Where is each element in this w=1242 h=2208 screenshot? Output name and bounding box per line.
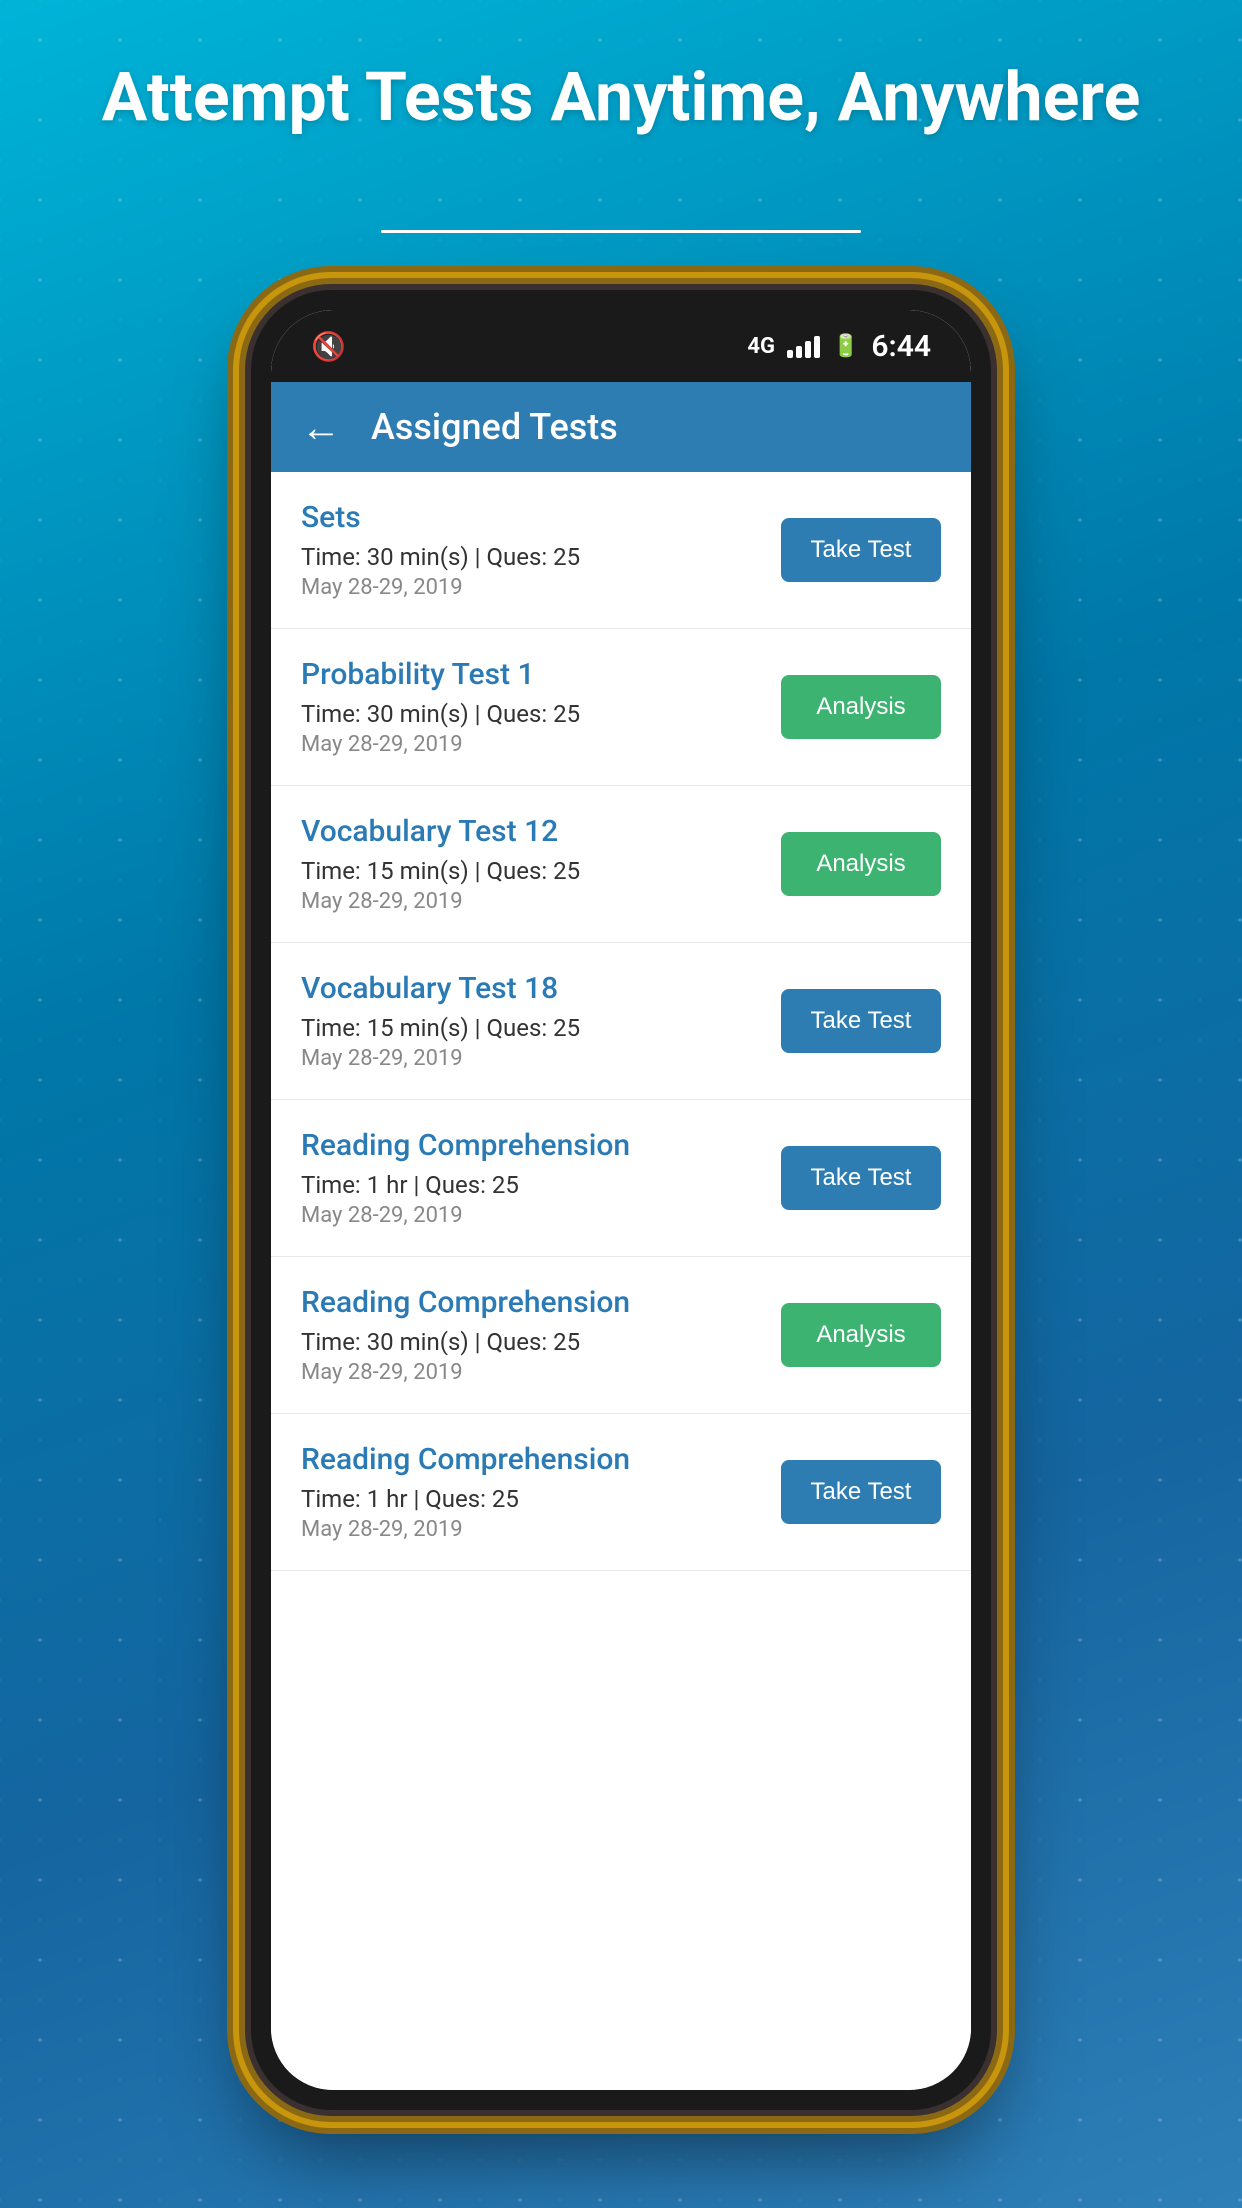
test-details-reading-comprehension-3: Time: 1 hr | Ques: 25 [301,1485,781,1513]
test-item-reading-comprehension-2: Reading Comprehension Time: 30 min(s) | … [271,1257,971,1414]
test-btn-reading-comprehension-3[interactable]: Take Test [781,1460,941,1524]
test-date-reading-comprehension-2: May 28-29, 2019 [301,1360,781,1385]
test-details-reading-comprehension-1: Time: 1 hr | Ques: 25 [301,1171,781,1199]
test-item-vocabulary-test-12: Vocabulary Test 12 Time: 15 min(s) | Que… [271,786,971,943]
test-info-vocabulary-test-18: Vocabulary Test 18 Time: 15 min(s) | Que… [301,971,781,1071]
time-display: 6:44 [871,329,931,364]
test-details-reading-comprehension-2: Time: 30 min(s) | Ques: 25 [301,1328,781,1356]
test-name-probability-test-1: Probability Test 1 [301,657,781,692]
test-name-sets: Sets [301,500,781,535]
signal-bar-3 [805,341,811,358]
test-list: Sets Time: 30 min(s) | Ques: 25 May 28-2… [271,472,971,2090]
status-bar: 🔇 4G 🔋 6:44 [271,310,971,382]
signal-bars [787,334,820,358]
status-left: 🔇 [311,330,346,363]
test-info-sets: Sets Time: 30 min(s) | Ques: 25 May 28-2… [301,500,781,600]
test-details-vocabulary-test-12: Time: 15 min(s) | Ques: 25 [301,857,781,885]
test-date-reading-comprehension-3: May 28-29, 2019 [301,1517,781,1542]
phone-frame: 🔇 4G 🔋 6:44 ← Assigned Tests [251,290,991,2110]
test-info-vocabulary-test-12: Vocabulary Test 12 Time: 15 min(s) | Que… [301,814,781,914]
test-item-sets: Sets Time: 30 min(s) | Ques: 25 May 28-2… [271,472,971,629]
test-item-reading-comprehension-1: Reading Comprehension Time: 1 hr | Ques:… [271,1100,971,1257]
test-date-reading-comprehension-1: May 28-29, 2019 [301,1203,781,1228]
test-details-sets: Time: 30 min(s) | Ques: 25 [301,543,781,571]
test-btn-reading-comprehension-2[interactable]: Analysis [781,1303,941,1367]
screen-content: ← Assigned Tests Sets Time: 30 min(s) | … [271,382,971,2090]
test-date-sets: May 28-29, 2019 [301,575,781,600]
signal-bar-2 [796,346,802,358]
page-title: Assigned Tests [371,406,618,448]
test-item-probability-test-1: Probability Test 1 Time: 30 min(s) | Que… [271,629,971,786]
test-info-reading-comprehension-2: Reading Comprehension Time: 30 min(s) | … [301,1285,781,1385]
test-info-reading-comprehension-3: Reading Comprehension Time: 1 hr | Ques:… [301,1442,781,1542]
test-date-probability-test-1: May 28-29, 2019 [301,732,781,757]
signal-bar-1 [787,350,793,358]
volume-icon: 🔇 [311,330,346,363]
test-btn-reading-comprehension-1[interactable]: Take Test [781,1146,941,1210]
test-name-reading-comprehension-3: Reading Comprehension [301,1442,781,1477]
app-header: ← Assigned Tests [271,382,971,472]
test-btn-sets[interactable]: Take Test [781,518,941,582]
test-info-reading-comprehension-1: Reading Comprehension Time: 1 hr | Ques:… [301,1128,781,1228]
test-date-vocabulary-test-18: May 28-29, 2019 [301,1046,781,1071]
headline: Attempt Tests Anytime, Anywhere [0,60,1242,135]
test-btn-probability-test-1[interactable]: Analysis [781,675,941,739]
signal-bar-4 [814,336,820,358]
test-item-vocabulary-test-18: Vocabulary Test 18 Time: 15 min(s) | Que… [271,943,971,1100]
divider [381,230,861,233]
test-details-probability-test-1: Time: 30 min(s) | Ques: 25 [301,700,781,728]
test-details-vocabulary-test-18: Time: 15 min(s) | Ques: 25 [301,1014,781,1042]
phone-screen: 🔇 4G 🔋 6:44 ← Assigned Tests [271,310,971,2090]
test-info-probability-test-1: Probability Test 1 Time: 30 min(s) | Que… [301,657,781,757]
test-date-vocabulary-test-12: May 28-29, 2019 [301,889,781,914]
back-button[interactable]: ← [301,404,341,451]
battery-icon: 🔋 [832,334,859,359]
test-name-reading-comprehension-1: Reading Comprehension [301,1128,781,1163]
status-right: 4G 🔋 6:44 [747,329,931,364]
test-name-vocabulary-test-12: Vocabulary Test 12 [301,814,781,849]
test-btn-vocabulary-test-18[interactable]: Take Test [781,989,941,1053]
test-name-vocabulary-test-18: Vocabulary Test 18 [301,971,781,1006]
network-label: 4G [747,334,775,359]
test-item-reading-comprehension-3: Reading Comprehension Time: 1 hr | Ques:… [271,1414,971,1571]
test-btn-vocabulary-test-12[interactable]: Analysis [781,832,941,896]
test-name-reading-comprehension-2: Reading Comprehension [301,1285,781,1320]
